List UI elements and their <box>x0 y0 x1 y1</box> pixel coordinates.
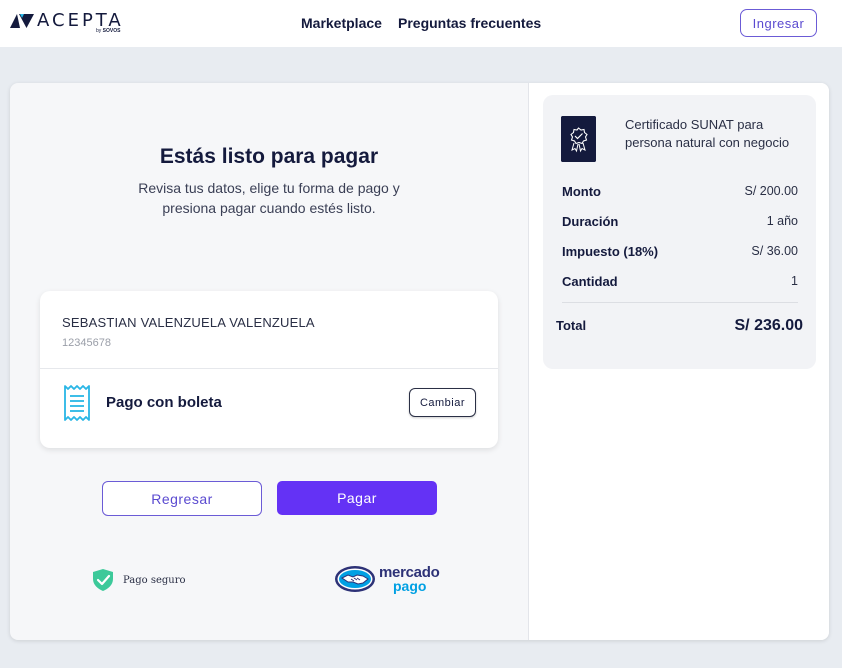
summary-row-monto: Monto S/ 200.00 <box>562 184 798 202</box>
shield-check-icon <box>93 569 113 591</box>
total-label: Total <box>556 318 587 333</box>
secure-payment-badge: Pago seguro <box>92 568 186 592</box>
mercadopago-text-line2: pago <box>393 578 427 594</box>
checkout-card: Estás listo para pagar Revisa tus datos,… <box>10 83 829 640</box>
page-title: Estás listo para pagar <box>159 145 379 168</box>
receipt-icon <box>64 385 90 421</box>
summary-row-label: Impuesto (18%) <box>562 244 659 259</box>
login-button[interactable]: Ingresar <box>740 9 817 37</box>
buyer-name: SEBASTIAN VALENZUELA VALENZUELA <box>62 315 315 330</box>
order-summary: Certificado SUNAT para persona natural c… <box>543 95 816 369</box>
pay-button[interactable]: Pagar <box>277 481 437 515</box>
mercadopago-handshake-icon <box>335 566 375 592</box>
summary-divider <box>562 302 798 303</box>
logo-sub-brand: SOVOS <box>102 28 121 34</box>
logo-subtext: by SOVOS <box>96 28 120 34</box>
summary-row-cantidad: Cantidad 1 <box>562 274 798 292</box>
summary-row-duracion: Duración 1 año <box>562 214 798 232</box>
back-button[interactable]: Regresar <box>102 481 262 516</box>
mercadopago-logo: mercado pago <box>334 564 446 594</box>
acepta-logo[interactable]: ACEPTA by SOVOS <box>10 12 124 36</box>
summary-row-value: S/ 36.00 <box>751 244 798 258</box>
product-name: Certificado SUNAT para persona natural c… <box>625 117 790 150</box>
divider <box>40 368 498 369</box>
nav-marketplace[interactable]: Marketplace <box>301 15 382 31</box>
certificate-badge-icon <box>561 116 596 162</box>
summary-row-label: Duración <box>562 214 619 229</box>
logo-sub-prefix: by <box>96 28 102 34</box>
summary-row-value: 1 año <box>766 214 798 228</box>
nav-faq[interactable]: Preguntas frecuentes <box>398 15 541 31</box>
secure-payment-label: Pago seguro <box>123 574 186 586</box>
summary-row-value: 1 <box>791 274 798 288</box>
summary-row-value: S/ 200.00 <box>744 184 798 198</box>
order-summary-pane: Certificado SUNAT para persona natural c… <box>528 83 829 640</box>
top-header: ACEPTA by SOVOS Marketplace Preguntas fr… <box>0 0 842 47</box>
buyer-card: SEBASTIAN VALENZUELA VALENZUELA 12345678… <box>40 291 498 448</box>
acepta-logo-icon <box>10 14 34 28</box>
buyer-id: 12345678 <box>62 337 111 349</box>
summary-row-label: Cantidad <box>562 274 618 289</box>
page-subtitle: Revisa tus datos, elige tu forma de pago… <box>138 180 400 216</box>
total-value: S/ 236.00 <box>734 317 804 334</box>
change-payment-button[interactable]: Cambiar <box>409 388 476 417</box>
summary-row-label: Monto <box>562 184 601 199</box>
payment-method-label: Pago con boleta <box>106 394 222 411</box>
summary-row-impuesto: Impuesto (18%) S/ 36.00 <box>562 244 798 262</box>
